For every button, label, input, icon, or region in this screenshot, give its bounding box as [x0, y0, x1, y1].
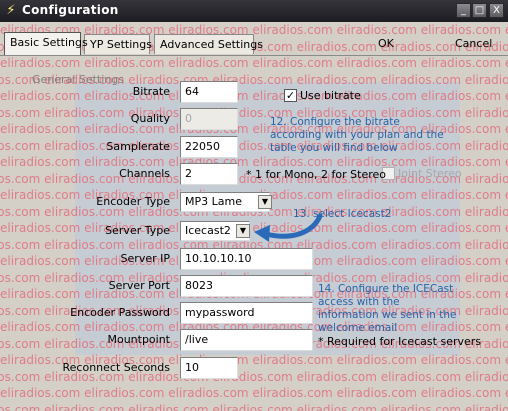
tab-advanced-settings[interactable]: Advanced Settings: [154, 34, 263, 54]
use-bitrate-checkbox[interactable]: ✓: [284, 89, 297, 102]
bolt-icon: ⚡: [6, 3, 16, 18]
server-port-input[interactable]: 8023: [180, 275, 313, 297]
bitrate-label: Bitrate: [132, 85, 170, 98]
pointer-arrow-icon: [254, 213, 323, 242]
quality-label: Quality: [130, 112, 170, 125]
ok-button[interactable]: OK: [378, 37, 394, 50]
chevron-down-icon[interactable]: ▼: [258, 195, 272, 209]
minimize-button[interactable]: _: [456, 3, 471, 18]
mountpoint-input[interactable]: /live: [180, 329, 313, 351]
joint-stereo-label: Joint Stereo: [398, 167, 462, 180]
server-port-label: Server Port: [108, 279, 170, 292]
checkmark-icon: ✓: [285, 89, 296, 102]
encoder-type-value: MP3 Lame: [185, 195, 242, 208]
annotation-step-12: 12. Configure the bitrate according with…: [270, 116, 444, 154]
server-ip-label: Server IP: [120, 252, 170, 265]
maximize-button[interactable]: □: [472, 3, 487, 18]
close-button[interactable]: X: [489, 3, 504, 18]
mountpoint-label: Mountpoint: [107, 333, 170, 346]
encoder-type-select[interactable]: MP3 Lame: [180, 192, 270, 212]
server-type-value: Icecast2: [185, 224, 231, 237]
bitrate-input[interactable]: 64: [180, 81, 238, 103]
use-bitrate-label: Use bitrate: [300, 89, 361, 102]
quality-input[interactable]: 0: [180, 108, 238, 130]
reconnect-seconds-input[interactable]: 10: [180, 357, 238, 379]
channels-label: Channels: [119, 167, 170, 180]
cancel-button[interactable]: Cancel: [455, 37, 492, 50]
annotation-step-14: 14. Configure the ICECast access with th…: [318, 283, 457, 334]
channels-input[interactable]: 2: [180, 163, 238, 185]
mountpoint-hint: * Required for Icecast servers: [318, 335, 482, 348]
encoder-password-label: Encoder Password: [70, 306, 170, 319]
encoder-password-input[interactable]: mypassword: [180, 302, 313, 324]
reconnect-seconds-label: Reconnect Seconds: [62, 361, 170, 374]
encoder-type-label: Encoder Type: [96, 195, 170, 208]
server-ip-input[interactable]: 10.10.10.10: [180, 248, 313, 270]
chevron-down-icon[interactable]: ▼: [236, 224, 250, 238]
channels-hint: * 1 for Mono, 2 for Stereo: [246, 168, 386, 181]
samplerate-input[interactable]: 22050: [180, 136, 238, 158]
samplerate-label: Samplerate: [106, 140, 170, 153]
tab-basic-settings[interactable]: Basic Settings: [4, 32, 88, 55]
tab-yp-settings[interactable]: YP Settings: [84, 34, 152, 54]
server-type-label: Server Type: [105, 224, 170, 237]
window-title: Configuration: [22, 3, 119, 17]
